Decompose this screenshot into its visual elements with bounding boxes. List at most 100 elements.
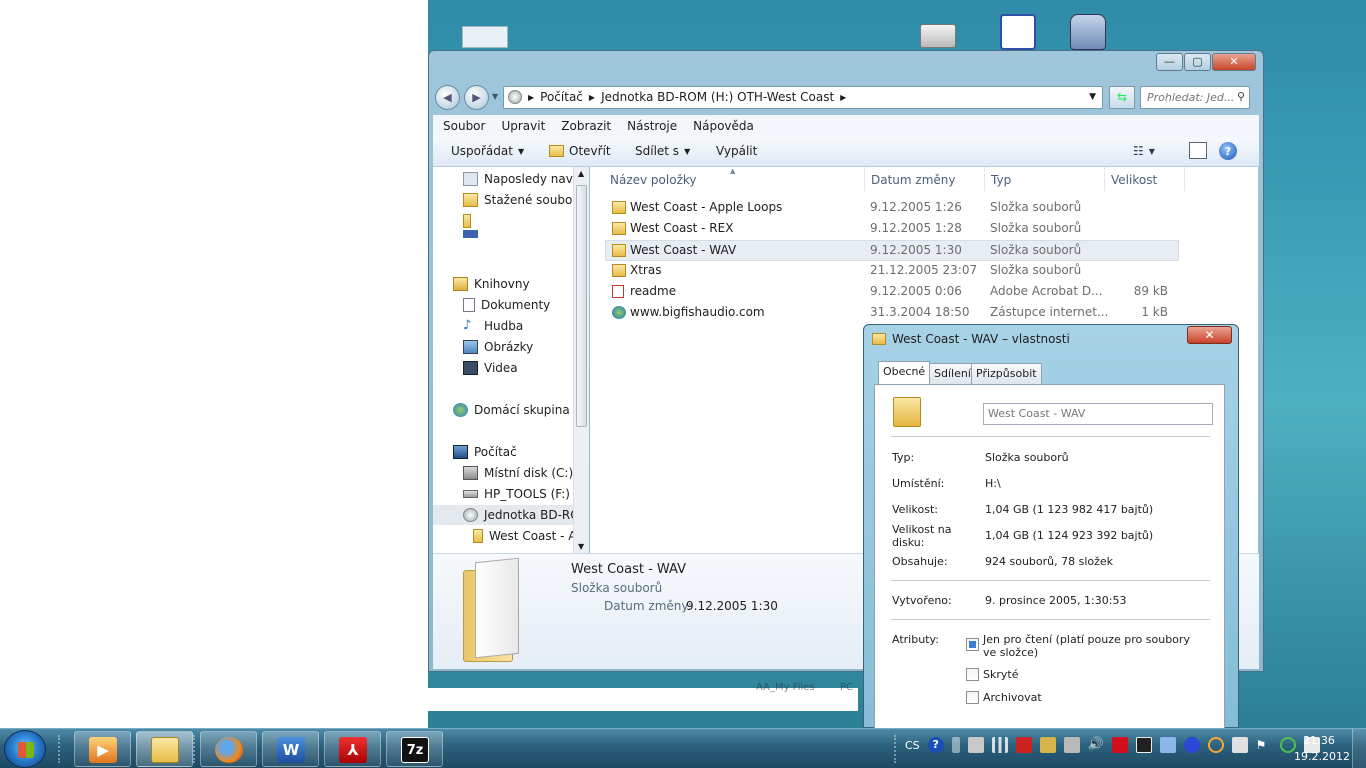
bluetooth-icon[interactable]: [1183, 737, 1200, 753]
signal-bars-icon[interactable]: [991, 737, 1008, 753]
column-separator[interactable]: [1104, 167, 1105, 191]
taskbar-grip[interactable]: [193, 735, 199, 763]
action-center-flag-icon[interactable]: ⚑: [1256, 737, 1272, 753]
close-button[interactable]: ✕: [1187, 326, 1232, 344]
column-header-size[interactable]: Velikost: [1111, 173, 1157, 187]
acrobat-tray-icon[interactable]: [1015, 737, 1032, 753]
menu-edit[interactable]: Upravit: [501, 119, 545, 133]
open-button[interactable]: Otevřít: [549, 144, 611, 158]
language-indicator[interactable]: CS: [905, 739, 920, 752]
organize-button[interactable]: Uspořádat ▼: [451, 144, 524, 158]
network-icon[interactable]: [1159, 737, 1176, 753]
share-button[interactable]: Sdílet s ▼: [635, 144, 690, 158]
help-icon[interactable]: ?: [927, 737, 944, 753]
update-icon[interactable]: [1207, 737, 1224, 753]
taskbar-grip[interactable]: [58, 735, 64, 763]
tools-icon[interactable]: [1039, 737, 1056, 753]
show-desktop-button[interactable]: [1352, 729, 1366, 768]
flash-icon[interactable]: [1111, 737, 1128, 753]
firefox-button[interactable]: [200, 731, 257, 767]
readonly-label[interactable]: Jen pro čtení (platí pouze pro soubory v…: [983, 633, 1195, 659]
scroll-thumb[interactable]: [576, 185, 587, 427]
nav-scrollbar[interactable]: ▲ ▼: [573, 167, 589, 553]
breadcrumb-drive[interactable]: Jednotka BD-ROM (H:) OTH-West Coast: [601, 90, 834, 104]
column-separator[interactable]: [984, 167, 985, 191]
nav-item-desktop[interactable]: [463, 230, 478, 238]
minimize-button[interactable]: —: [1156, 53, 1183, 71]
usb-device-icon[interactable]: [967, 737, 984, 753]
column-separator[interactable]: [1184, 167, 1185, 191]
nav-item-subfolder[interactable]: West Coast - A: [473, 526, 577, 546]
view-options-icon[interactable]: ☷ ▼: [1133, 144, 1155, 158]
menu-view[interactable]: Zobrazit: [561, 119, 611, 133]
search-icon[interactable]: ⚲: [1237, 90, 1245, 103]
menu-tools[interactable]: Nástroje: [627, 119, 677, 133]
address-bar[interactable]: ▶ Počítač ▶ Jednotka BD-ROM (H:) OTH-Wes…: [503, 86, 1103, 109]
back-button[interactable]: ◀: [435, 85, 460, 110]
tab-customize[interactable]: Přizpůsobit: [971, 363, 1042, 384]
file-row[interactable]: West Coast - REX 9.12.2005 1:28 Složka s…: [606, 219, 1180, 240]
forward-button[interactable]: ▶: [464, 85, 489, 110]
archive-checkbox[interactable]: [966, 691, 979, 704]
7zip-button[interactable]: 7z: [386, 731, 443, 767]
acrobat-button[interactable]: ⅄: [324, 731, 381, 767]
nav-item-pictures[interactable]: Obrázky: [463, 337, 533, 357]
preview-pane-icon[interactable]: [1189, 142, 1207, 159]
nav-item-music[interactable]: ♪ Hudba: [463, 316, 523, 336]
menu-help[interactable]: Nápověda: [693, 119, 754, 133]
window-thumbnail-icon[interactable]: [462, 26, 510, 50]
word-button[interactable]: W: [262, 731, 319, 767]
nav-item-documents[interactable]: Dokumenty: [463, 295, 550, 315]
burn-button[interactable]: Vypálit: [716, 144, 757, 158]
scroll-down-icon[interactable]: ▼: [578, 542, 584, 551]
nav-item-videos[interactable]: Videa: [463, 358, 518, 378]
nav-item-bd-rom[interactable]: Jednotka BD-ROM: [433, 505, 589, 525]
column-separator[interactable]: [864, 167, 865, 191]
nav-item-libraries[interactable]: Knihovny: [453, 274, 530, 294]
address-dropdown-icon[interactable]: ▼: [1089, 92, 1096, 102]
history-dropdown-icon[interactable]: ▼: [492, 92, 498, 101]
start-button[interactable]: [4, 730, 46, 768]
search-input[interactable]: [1147, 88, 1233, 107]
nav-item-homegroup[interactable]: Domácí skupina: [453, 400, 570, 420]
refresh-icon[interactable]: ⇆: [1109, 86, 1135, 109]
column-header-type[interactable]: Typ: [991, 173, 1011, 187]
media-player-button[interactable]: ▶: [74, 731, 131, 767]
column-header-name[interactable]: Název položky: [610, 173, 696, 187]
maximize-button[interactable]: ▢: [1184, 53, 1211, 71]
archive-label[interactable]: Archivovat: [983, 691, 1042, 704]
clock[interactable]: 21:36 19.2.2012: [1294, 733, 1350, 765]
folder-name-field[interactable]: West Coast - WAV: [983, 403, 1213, 425]
file-row[interactable]: www.bigfishaudio.com 31.3.2004 18:50 Zás…: [606, 303, 1180, 324]
nav-item-recent[interactable]: Naposledy navští: [463, 169, 587, 189]
taskbar-grip[interactable]: [894, 735, 900, 763]
file-row[interactable]: West Coast - WAV 9.12.2005 1:30 Složka s…: [605, 240, 1179, 261]
printer-icon[interactable]: [1231, 737, 1248, 753]
nav-item-downloads[interactable]: Stažené soubory: [463, 190, 584, 210]
breadcrumb-computer[interactable]: Počítač: [540, 90, 583, 104]
search-box[interactable]: ⚲: [1140, 86, 1250, 109]
file-row[interactable]: readme 9.12.2005 0:06 Adobe Acrobat D...…: [606, 282, 1180, 303]
language-bar-icon[interactable]: [951, 737, 960, 753]
hidden-label[interactable]: Skryté: [983, 668, 1018, 681]
volume-icon[interactable]: 🔊: [1088, 737, 1104, 753]
explorer-button[interactable]: [136, 731, 193, 767]
column-header-date[interactable]: Datum změny: [871, 173, 956, 187]
nav-item-folder[interactable]: [463, 211, 471, 231]
help-icon[interactable]: ?: [1219, 142, 1237, 160]
menu-file[interactable]: Soubor: [443, 119, 485, 133]
nvidia-icon[interactable]: [1135, 737, 1152, 753]
file-row[interactable]: Xtras 21.12.2005 23:07 Složka souborů: [606, 261, 1180, 282]
monitor-icon[interactable]: [1063, 737, 1080, 753]
nav-item-computer[interactable]: Počítač: [453, 442, 517, 462]
scroll-up-icon[interactable]: ▲: [578, 169, 584, 178]
properties-dialog[interactable]: West Coast - WAV – vlastnosti ✕ Obecné S…: [863, 324, 1239, 729]
nav-item-local-disk[interactable]: Místní disk (C:): [463, 463, 573, 483]
tab-sharing[interactable]: Sdílení: [929, 363, 976, 384]
hidden-checkbox[interactable]: [966, 668, 979, 681]
close-button[interactable]: ✕: [1212, 53, 1256, 71]
tab-general[interactable]: Obecné: [878, 361, 931, 385]
file-row[interactable]: West Coast - Apple Loops 9.12.2005 1:26 …: [606, 198, 1180, 219]
readonly-checkbox[interactable]: [966, 638, 979, 651]
nav-item-hp-tools[interactable]: HP_TOOLS (F:): [463, 484, 570, 504]
